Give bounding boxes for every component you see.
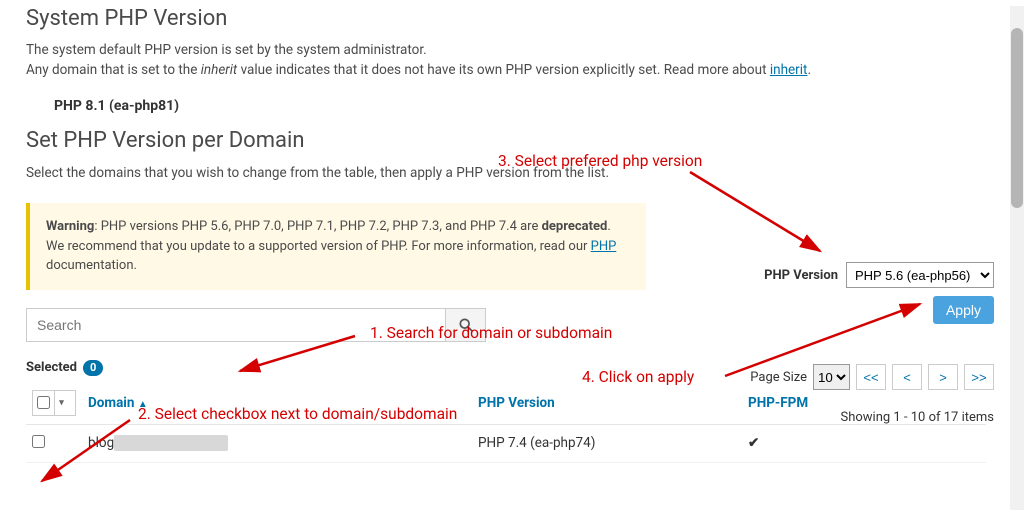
row-phpfpm: ✔ — [742, 424, 986, 462]
row-phpversion: PHP 7.4 (ea-php74) — [472, 424, 742, 462]
set-php-desc: Select the domains that you wish to chan… — [26, 165, 998, 181]
system-desc-2: Any domain that is set to the inherit va… — [26, 61, 998, 81]
selected-label: Selected — [26, 360, 77, 375]
pagesize-select[interactable]: 10 — [813, 364, 850, 390]
showing-text: Showing 1 - 10 of 17 items — [840, 410, 994, 425]
inherit-link[interactable]: inherit — [770, 62, 808, 78]
search-icon — [459, 318, 473, 332]
page-last-button[interactable]: >> — [964, 364, 994, 390]
scrollbar-track[interactable] — [1010, 6, 1024, 510]
table-row: blogxxxxxxxxxxxxxxxxx PHP 7.4 (ea-php74)… — [26, 424, 986, 462]
phpversion-select[interactable]: PHP 5.6 (ea-php56) — [846, 262, 994, 288]
col-domain[interactable]: Domain ▲ — [82, 382, 472, 425]
system-php-title: System PHP Version — [26, 6, 998, 31]
warning-box: Warning: PHP versions PHP 5.6, PHP 7.0, … — [26, 203, 646, 290]
system-desc-1: The system default PHP version is set by… — [26, 41, 998, 61]
row-domain: blogxxxxxxxxxxxxxxxxx — [82, 424, 472, 462]
set-php-title: Set PHP Version per Domain — [26, 128, 998, 153]
page-next-button[interactable]: > — [928, 364, 958, 390]
selected-count-badge: 0 — [83, 360, 103, 376]
current-php-version: PHP 8.1 (ea-php81) — [54, 98, 998, 114]
search-input[interactable] — [26, 308, 446, 342]
page-first-button[interactable]: << — [856, 364, 886, 390]
page-prev-button[interactable]: < — [892, 364, 922, 390]
php-doc-link[interactable]: PHP — [591, 239, 617, 254]
sort-asc-icon: ▲ — [138, 399, 148, 410]
row-checkbox[interactable] — [32, 435, 45, 448]
select-all-checkbox[interactable] — [37, 396, 50, 409]
pagesize-label: Page Size — [750, 370, 807, 385]
check-icon: ✔ — [748, 435, 759, 451]
chevron-down-icon[interactable]: ▾ — [54, 391, 68, 415]
apply-button[interactable]: Apply — [933, 296, 994, 324]
select-all-control[interactable]: ▾ — [32, 390, 76, 416]
scrollbar-thumb[interactable] — [1011, 28, 1023, 208]
search-button[interactable] — [446, 308, 486, 342]
col-phpversion[interactable]: PHP Version — [472, 382, 742, 425]
phpversion-label: PHP Version — [764, 268, 838, 283]
